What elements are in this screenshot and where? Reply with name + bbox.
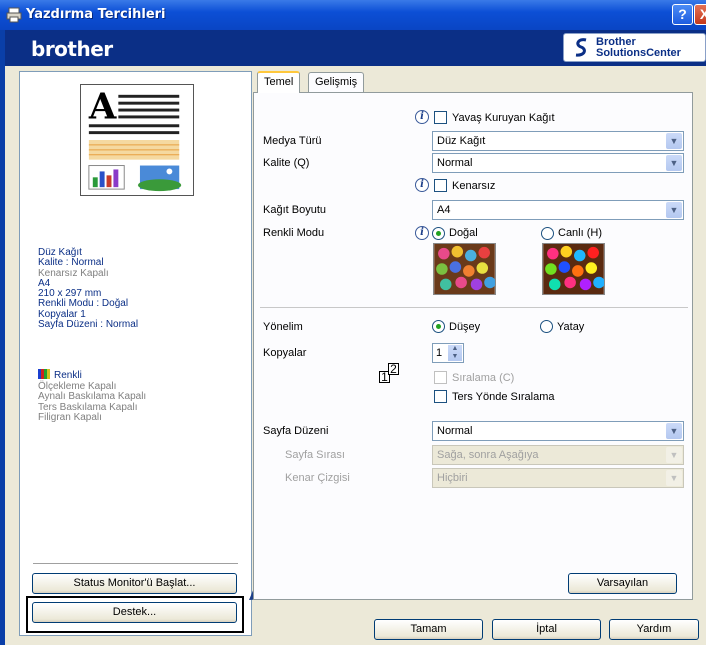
collate-icon-page-b: 2 [388,363,399,375]
solutions-center-button[interactable]: Brother SolutionsCenter [563,33,706,62]
page-order-value: Sağa, sonra Aşağıya [437,449,539,461]
slow-drying-checkbox[interactable] [434,111,447,124]
collate-label: Sıralama (C) [452,372,515,384]
slow-drying-label: Yavaş Kuruyan Kağıt [452,112,555,124]
close-button[interactable]: X [694,4,706,25]
brother-logo: brother [31,37,113,61]
info-icon[interactable]: i [415,110,429,124]
paper-size-value: A4 [437,204,451,216]
chevron-down-icon[interactable]: ▼ [666,202,682,218]
chevron-down-icon[interactable]: ▼ [666,133,682,149]
summary-line: Filigran Kapalı [38,411,102,423]
natural-color-label: Doğal [449,227,478,239]
tab-gelismis[interactable]: Gelişmiş [308,72,365,92]
separator [33,563,238,564]
media-type-select[interactable]: Düz Kağıt ▼ [432,131,684,151]
quality-label: Kalite (Q) [263,157,310,169]
border-line-value: Hiçbiri [437,472,468,484]
landscape-radio[interactable] [540,320,553,333]
info-icon[interactable]: i [415,178,429,192]
chevron-down-icon[interactable]: ▼ [666,447,682,463]
reverse-order-label: Ters Yönde Sıralama [452,391,555,403]
paper-size-select[interactable]: A4 ▼ [432,200,684,220]
help-button[interactable]: Yardım [609,619,699,640]
brand-bar: brother Brother SolutionsCenter [5,30,706,66]
solutions-line2: SolutionsCenter [596,47,681,59]
page-layout-value: Normal [437,425,473,437]
color-mode-label: Renkli Modu [263,227,325,239]
summary-line: Kenarsız Kapalı [38,267,109,279]
tab-temel[interactable]: Temel [257,71,301,93]
borderless-label: Kenarsız [452,180,496,192]
separator [260,307,688,308]
preview-panel: A Düz Kağıt Kalite: Normal Kenarsız Kap… [19,71,252,636]
up-down-icon[interactable]: ▲ ▼ [448,345,462,361]
paper-size-label: Kağıt Boyutu [263,204,326,216]
quality-value: Normal [437,157,473,169]
collate-checkbox[interactable] [434,371,447,384]
page-order-label: Sayfa Sırası [285,449,345,461]
defaults-button[interactable]: Varsayılan [568,573,677,594]
portrait-radio[interactable] [432,320,445,333]
color-status: Renkli [38,369,82,381]
chevron-down-icon[interactable]: ▼ [666,423,682,439]
solutions-center-label: Brother SolutionsCenter [596,37,681,59]
portrait-label: Düşey [449,321,481,333]
extra-settings-summary: Ölçekleme Kapalı Aynalı Baskılama Kapalı… [38,381,146,423]
media-type-value: Düz Kağıt [437,135,486,147]
info-icon[interactable]: i [415,226,429,240]
natural-color-sample-image [433,243,496,295]
window-title: Yazdırma Tercihleri [26,7,166,22]
title-bar[interactable]: Yazdırma Tercihleri ? X [0,0,706,30]
tab-control: Temel Gelişmiş i Yavaş Kuruyan Kağıt Med… [253,71,693,600]
cancel-button[interactable]: İptal [492,619,601,640]
border-line-label: Kenar Çizgisi [285,472,350,484]
svg-text:A: A [88,86,117,127]
natural-color-radio[interactable] [432,227,445,240]
copies-stepper[interactable]: 1 ▲ ▼ [432,343,464,363]
status-monitor-button[interactable]: Status Monitor'ü Başlat... [32,573,237,594]
landscape-label: Yatay [557,321,585,333]
collate-pages-icon: 12 [379,363,401,384]
vivid-color-sample-image [542,243,605,295]
printer-icon [6,7,22,23]
solutions-center-icon [575,38,587,57]
chevron-down-icon[interactable]: ▼ [666,470,682,486]
print-preferences-window: Yazdırma Tercihleri ? X brother Brother … [0,0,706,645]
dialog-client-area: A Düz Kağıt Kalite: Normal Kenarsız Kap… [5,66,706,645]
border-line-select[interactable]: Hiçbiri ▼ [432,468,684,488]
copies-label: Kopyalar [263,347,307,359]
summary-line: Sayfa Düzeni : Normal [38,319,139,331]
settings-summary: Düz Kağıt Kalite : Normal Kenarsız Kapal… [38,247,139,331]
orientation-label: Yönelim [263,321,303,333]
vivid-color-label: Canlı (H) [558,227,603,239]
copies-value: 1 [436,347,443,359]
support-button[interactable]: Destek... [32,602,237,623]
ok-button[interactable]: Tamam [374,619,483,640]
document-preview-icon: A [80,84,194,196]
page-order-select[interactable]: Sağa, sonra Aşağıya ▼ [432,445,684,465]
vivid-color-radio[interactable] [541,227,554,240]
page-layout-select[interactable]: Normal ▼ [432,421,684,441]
borderless-checkbox[interactable] [434,179,447,192]
color-bars-icon [38,369,50,379]
tab-page-temel: i Yavaş Kuruyan Kağıt Medya Türü Düz Kağ… [253,92,693,600]
page-layout-label: Sayfa Düzeni [263,425,329,437]
help-title-button[interactable]: ? [672,4,693,25]
reverse-order-checkbox[interactable] [434,390,447,403]
quality-select[interactable]: Normal ▼ [432,153,684,173]
color-status-label: Renkli [54,370,82,381]
media-type-label: Medya Türü [263,135,322,147]
chevron-down-icon[interactable]: ▼ [666,155,682,171]
